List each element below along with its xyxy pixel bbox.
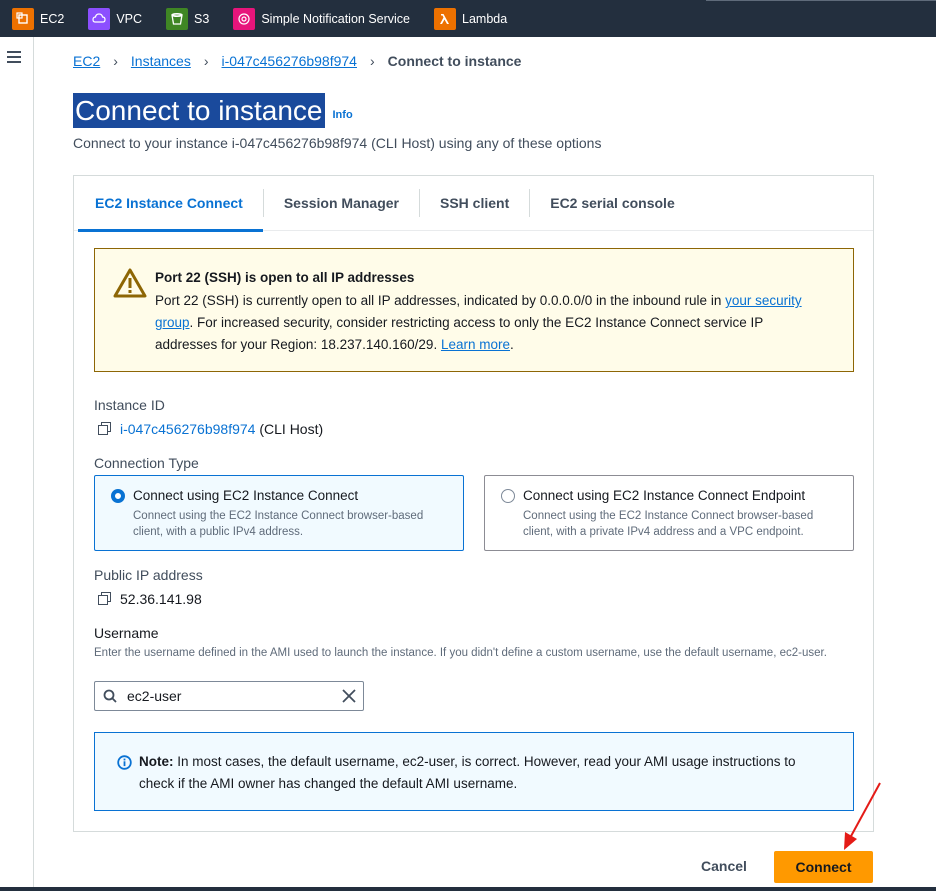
service-label: Lambda bbox=[462, 11, 508, 26]
username-label: Username bbox=[94, 625, 159, 641]
warning-message: Port 22 (SSH) is currently open to all I… bbox=[155, 290, 805, 356]
breadcrumb-instances[interactable]: Instances bbox=[131, 53, 191, 69]
chevron-right-icon: › bbox=[113, 53, 118, 69]
service-shortcut-s3[interactable]: S3 bbox=[154, 0, 221, 37]
tab-ec2-instance-connect[interactable]: EC2 Instance Connect bbox=[74, 176, 263, 232]
instance-id-row: i-047c456276b98f974 (CLI Host) bbox=[98, 421, 323, 437]
service-shortcut-lambda[interactable]: Lambda bbox=[422, 0, 519, 37]
page-title: Connect to instance bbox=[73, 93, 325, 128]
connect-options-panel: EC2 Instance Connect Session Manager SSH… bbox=[73, 175, 874, 832]
chevron-right-icon: › bbox=[203, 53, 209, 69]
page-subtitle: Connect to your instance i-047c456276b98… bbox=[73, 135, 602, 151]
warning-icon bbox=[113, 268, 147, 298]
service-shortcut-ec2[interactable]: EC2 bbox=[0, 0, 76, 37]
service-label: EC2 bbox=[40, 11, 65, 26]
radio-option-description: Connect using the EC2 Instance Connect b… bbox=[523, 510, 814, 538]
radio-option-title: Connect using EC2 Instance Connect bbox=[133, 488, 359, 503]
cancel-button[interactable]: Cancel bbox=[690, 851, 758, 881]
lambda-icon bbox=[434, 7, 456, 30]
breadcrumb-ec2[interactable]: EC2 bbox=[73, 53, 100, 69]
service-shortcut-bar: EC2 VPC S3 Simple Notification Service L… bbox=[0, 0, 936, 37]
search-icon bbox=[103, 689, 117, 703]
service-shortcut-sns[interactable]: Simple Notification Service bbox=[221, 0, 422, 37]
service-label: S3 bbox=[194, 11, 210, 26]
chevron-right-icon: › bbox=[369, 53, 375, 69]
note-text: In most cases, the default username, ec2… bbox=[139, 754, 796, 791]
note-message: Note: In most cases, the default usernam… bbox=[139, 751, 829, 795]
breadcrumb: EC2 › Instances › i-047c456276b98f974 › … bbox=[73, 53, 521, 69]
info-link[interactable]: Info bbox=[333, 109, 353, 121]
sns-icon bbox=[233, 7, 256, 30]
username-field[interactable] bbox=[94, 681, 364, 711]
radio-unselected-icon[interactable] bbox=[501, 489, 515, 503]
close-icon[interactable] bbox=[341, 688, 357, 704]
annotation-arrow-icon bbox=[844, 782, 881, 850]
connection-tabs: EC2 Instance Connect Session Manager SSH… bbox=[74, 176, 873, 232]
radio-option-ec2-instance-connect-endpoint[interactable]: Connect using EC2 Instance Connect Endpo… bbox=[484, 475, 854, 551]
tab-ssh-client[interactable]: SSH client bbox=[420, 176, 529, 231]
breadcrumb-instance-id[interactable]: i-047c456276b98f974 bbox=[222, 53, 357, 69]
warning-text: . bbox=[510, 337, 514, 352]
username-hint: Enter the username defined in the AMI us… bbox=[94, 647, 827, 659]
public-ip-row: 52.36.141.98 bbox=[98, 591, 202, 607]
copy-icon[interactable] bbox=[98, 592, 112, 606]
page-header: Connect to instance Info bbox=[73, 93, 353, 128]
bottom-edge bbox=[0, 887, 936, 891]
radio-option-title: Connect using EC2 Instance Connect Endpo… bbox=[523, 488, 806, 503]
radio-option-ec2-instance-connect[interactable]: Connect using EC2 Instance Connect Conne… bbox=[94, 475, 464, 551]
service-shortcut-vpc[interactable]: VPC bbox=[76, 0, 154, 37]
connection-type-label: Connection Type bbox=[94, 455, 199, 471]
side-navigation-rail bbox=[0, 37, 34, 891]
service-label: VPC bbox=[116, 11, 143, 26]
instance-id-label: Instance ID bbox=[94, 397, 165, 413]
vpc-icon bbox=[88, 7, 111, 30]
public-ip-label: Public IP address bbox=[94, 567, 203, 583]
radio-option-description: Connect using the EC2 Instance Connect b… bbox=[133, 510, 424, 538]
ssh-open-warning-alert: Port 22 (SSH) is open to all IP addresse… bbox=[94, 248, 854, 372]
public-ip-value: 52.36.141.98 bbox=[120, 591, 202, 607]
warning-text: Port 22 (SSH) is currently open to all I… bbox=[155, 293, 726, 308]
tab-ec2-serial-console[interactable]: EC2 serial console bbox=[530, 176, 695, 231]
tab-session-manager[interactable]: Session Manager bbox=[264, 176, 419, 231]
info-icon bbox=[117, 755, 132, 770]
connect-button[interactable]: Connect bbox=[774, 851, 873, 883]
s3-icon bbox=[166, 7, 189, 30]
warning-title: Port 22 (SSH) is open to all IP addresse… bbox=[155, 270, 415, 285]
ec2-icon bbox=[12, 7, 34, 30]
username-input[interactable] bbox=[127, 682, 327, 710]
hamburger-menu-icon[interactable] bbox=[7, 51, 21, 66]
instance-id-link[interactable]: i-047c456276b98f974 bbox=[120, 421, 255, 437]
username-info-alert: Note: In most cases, the default usernam… bbox=[94, 732, 854, 811]
instance-name: (CLI Host) bbox=[255, 421, 324, 437]
learn-more-link[interactable]: Learn more bbox=[441, 337, 510, 352]
breadcrumb-current: Connect to instance bbox=[387, 53, 522, 69]
copy-icon[interactable] bbox=[98, 422, 112, 436]
service-label: Simple Notification Service bbox=[261, 11, 410, 26]
radio-selected-icon[interactable] bbox=[111, 489, 125, 503]
note-label: Note: bbox=[139, 754, 174, 769]
topbar-divider bbox=[706, 0, 936, 1]
